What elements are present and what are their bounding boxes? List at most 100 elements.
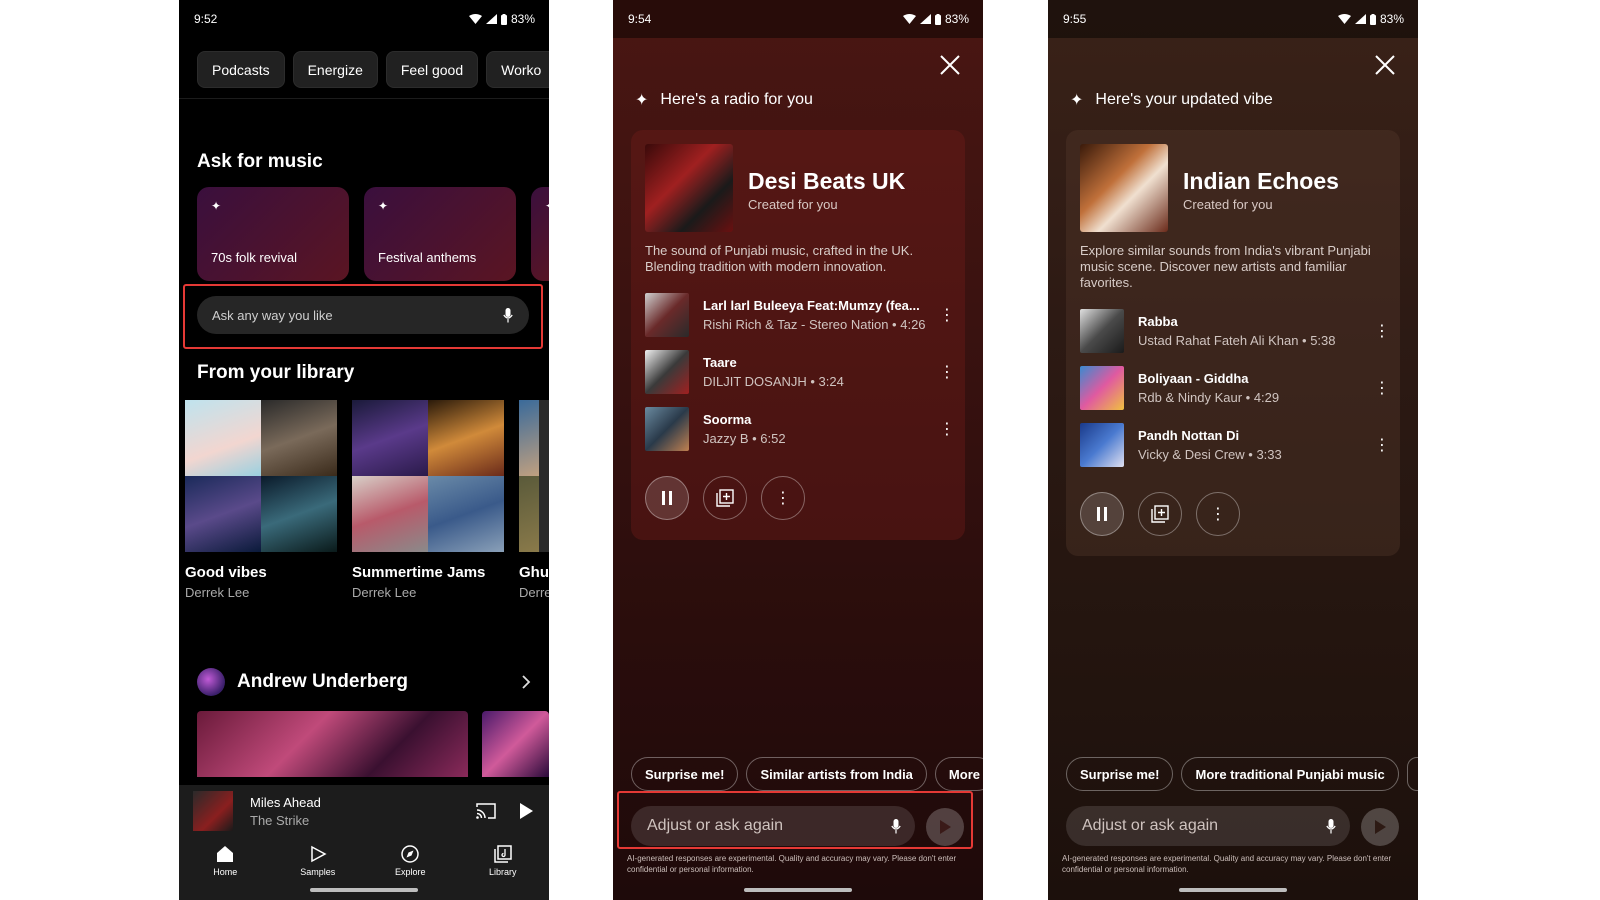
track-art <box>645 407 689 451</box>
suggestion-chip[interactable]: Surprise me! <box>1066 757 1174 791</box>
home-indicator <box>744 888 852 892</box>
save-to-library-button[interactable] <box>1138 492 1182 536</box>
sparkle-icon: ✦ <box>1070 92 1084 109</box>
video-thumbnail[interactable] <box>197 711 468 777</box>
more-vert-icon: ⋮ <box>1210 506 1226 523</box>
suggestion-chip[interactable]: Surprise me! <box>631 757 739 791</box>
status-bar: 9:52 83% <box>179 0 549 38</box>
more-vert-icon[interactable]: ⋮ <box>1372 378 1392 398</box>
track-art <box>1080 423 1124 467</box>
explore-icon <box>401 845 419 863</box>
chevron-right-icon[interactable] <box>521 675 531 689</box>
radio-subtitle: Created for you <box>748 197 838 212</box>
artist-name: Andrew Underberg <box>237 671 409 692</box>
more-vert-icon[interactable]: ⋮ <box>937 305 957 325</box>
suggestion-chip[interactable]: Similar artists from India <box>746 757 927 791</box>
library-playlist[interactable]: Summertime Jams Derrek Lee <box>352 400 504 600</box>
track-row[interactable]: Soorma Jazzy B • 6:52 ⋮ <box>645 406 957 452</box>
track-art <box>1080 309 1124 353</box>
radio-description: The sound of Punjabi music, crafted in t… <box>645 243 914 274</box>
pause-button[interactable] <box>1080 492 1124 536</box>
samples-icon <box>311 845 327 863</box>
mic-icon[interactable] <box>503 307 513 323</box>
playlist-cover <box>185 400 337 552</box>
playlist-title: Good vibes <box>185 564 267 581</box>
nav-home[interactable]: Home <box>190 845 260 900</box>
more-vert-icon[interactable]: ⋮ <box>1372 321 1392 341</box>
mic-icon[interactable] <box>1326 818 1336 834</box>
now-playing-art <box>193 791 233 831</box>
status-bar: 9:54 83% <box>613 0 983 38</box>
updated-vibe-screen: 9:55 83% ✦ Here's your updated vibe Indi… <box>1048 0 1418 900</box>
track-row[interactable]: Pandh Nottan Di Vicky & Desi Crew • 3:33… <box>1080 422 1392 468</box>
signal-icon <box>1354 14 1366 24</box>
mini-player[interactable]: Miles Ahead The Strike <box>179 785 549 837</box>
adjust-input[interactable]: Adjust or ask again <box>1066 806 1350 846</box>
mic-icon[interactable] <box>891 818 901 834</box>
cast-icon[interactable] <box>476 803 496 819</box>
sparkle-icon: ✦ <box>635 92 649 109</box>
suggestion-chips: Surprise me! More traditional Punjabi mu… <box>1066 757 1418 791</box>
radio-controls: ⋮ <box>1080 492 1240 536</box>
prompt-card[interactable]: ✦ <box>531 187 549 281</box>
artist-row[interactable]: Andrew Underberg <box>197 668 531 696</box>
chip-workout[interactable]: Worko <box>486 51 549 88</box>
ask-input[interactable]: Ask any way you like <box>197 296 529 334</box>
save-to-library-button[interactable] <box>703 476 747 520</box>
library-playlist[interactable]: Good vibes Derrek Lee <box>185 400 337 600</box>
prompt-card[interactable]: ✦ Festival anthems <box>364 187 516 281</box>
suggestion-chip[interactable]: More <box>934 757 983 791</box>
radio-card: Indian Echoes Created for you Explore si… <box>1066 130 1400 556</box>
suggestion-chip[interactable]: More traditional Punjabi music <box>1181 757 1399 791</box>
now-playing-artist: The Strike <box>250 812 310 828</box>
close-icon[interactable] <box>1372 52 1398 78</box>
adjust-input[interactable]: Adjust or ask again <box>631 806 915 846</box>
track-row[interactable]: Taare DILJIT DOSANJH • 3:24 ⋮ <box>645 349 957 395</box>
radio-description: Explore similar sounds from India's vibr… <box>1080 243 1371 290</box>
prompt-card[interactable]: ✦ 70s folk revival <box>197 187 349 281</box>
chip-energize[interactable]: Energize <box>292 51 378 88</box>
ai-disclaimer: AI-generated responses are experimental.… <box>1062 854 1392 874</box>
send-button[interactable] <box>1361 808 1399 846</box>
more-vert-icon[interactable]: ⋮ <box>937 419 957 439</box>
library-icon <box>494 845 512 863</box>
battery-percent: 83% <box>510 12 535 26</box>
pause-button[interactable] <box>645 476 689 520</box>
playlist-owner: Derrek Lee <box>352 585 417 600</box>
track-row[interactable]: Boliyaan - Giddha Rdb & Nindy Kaur • 4:2… <box>1080 365 1392 411</box>
nav-library[interactable]: Library <box>468 845 538 900</box>
more-vert-icon[interactable]: ⋮ <box>937 362 957 382</box>
battery-percent: 83% <box>944 12 969 26</box>
add-to-library-icon <box>716 489 734 507</box>
track-title: Rabba <box>1138 314 1178 329</box>
playlist-owner: Derrek Lee <box>185 585 250 600</box>
send-button[interactable] <box>926 808 964 846</box>
home-indicator <box>310 888 418 892</box>
track-subtitle: Ustad Rahat Fateh Ali Khan • 5:38 <box>1138 333 1336 348</box>
track-row[interactable]: Larl larl Buleeya Feat:Mumzy (fea... Ris… <box>645 292 957 338</box>
sparkle-icon: ✦ <box>211 199 222 213</box>
close-icon[interactable] <box>937 52 963 78</box>
divider <box>179 98 549 99</box>
track-title: Pandh Nottan Di <box>1138 428 1240 443</box>
nav-label: Library <box>488 867 517 877</box>
suggestion-chips: Surprise me! Similar artists from India … <box>631 757 983 791</box>
library-playlist[interactable]: Ghu Derre <box>519 400 549 600</box>
track-row[interactable]: Rabba Ustad Rahat Fateh Ali Khan • 5:38 … <box>1080 308 1392 354</box>
signal-icon <box>919 14 931 24</box>
track-subtitle: Rishi Rich & Taz - Stereo Nation • 4:26 <box>703 317 926 332</box>
suggestion-chip[interactable] <box>1406 757 1418 791</box>
radio-subtitle: Created for you <box>1183 197 1273 212</box>
more-options-button[interactable]: ⋮ <box>1196 492 1240 536</box>
track-title: Taare <box>703 355 737 370</box>
track-art <box>645 350 689 394</box>
status-time: 9:52 <box>194 12 218 26</box>
nav-label: Explore <box>394 867 426 877</box>
more-vert-icon[interactable]: ⋮ <box>1372 435 1392 455</box>
video-thumbnail[interactable] <box>482 711 549 777</box>
chip-podcasts[interactable]: Podcasts <box>197 51 285 88</box>
more-options-button[interactable]: ⋮ <box>761 476 805 520</box>
chip-feel-good[interactable]: Feel good <box>385 51 479 88</box>
playlist-title: Ghu <box>519 564 549 581</box>
play-icon[interactable] <box>520 803 533 819</box>
